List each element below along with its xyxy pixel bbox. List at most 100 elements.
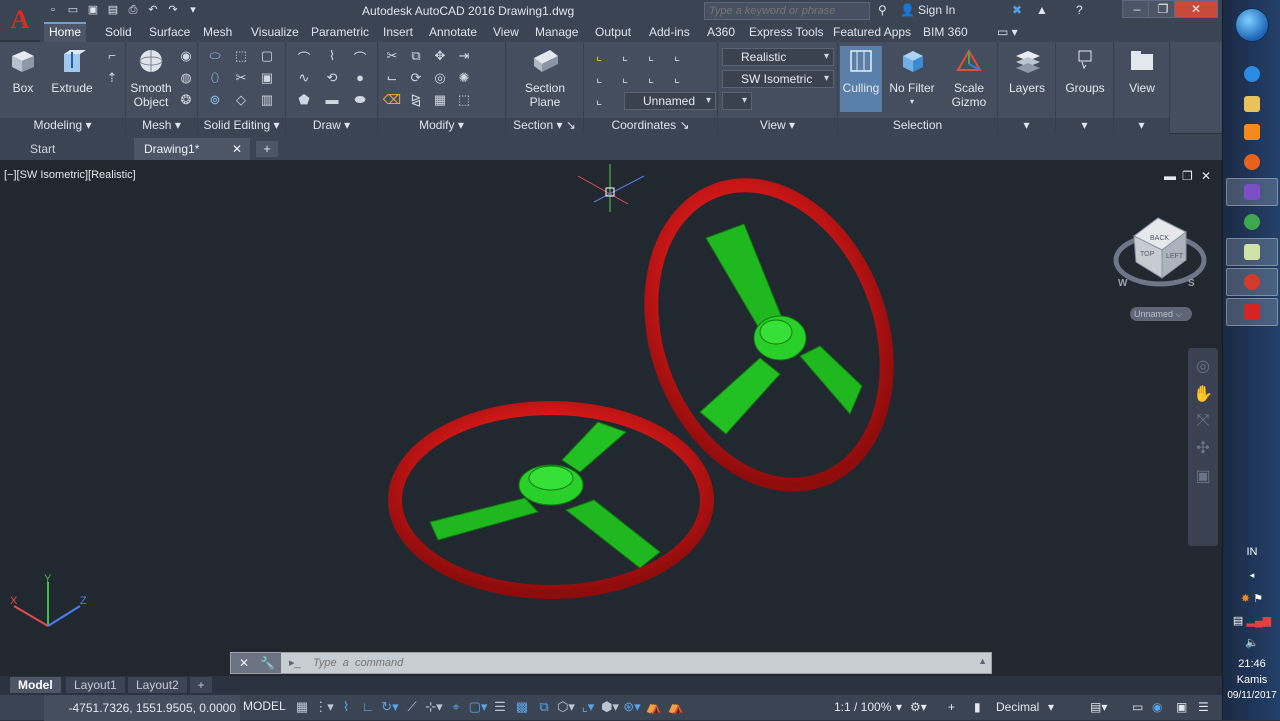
command-input[interactable] xyxy=(313,655,973,671)
lineweight-icon[interactable]: ☰ xyxy=(490,699,510,715)
helix-icon[interactable]: ⟲ xyxy=(318,70,346,92)
3d-object-snap-icon[interactable]: ⬡▾ xyxy=(556,699,576,715)
steering-wheel-right[interactable] xyxy=(611,160,927,518)
tab-bim-360[interactable]: BIM 360 xyxy=(918,24,973,40)
mesh-crease-icon[interactable]: ❂ xyxy=(174,92,198,114)
units-dropdown-icon[interactable]: ▾ xyxy=(1048,700,1054,714)
tray-expand-icon[interactable]: ◂ xyxy=(1223,570,1280,581)
panel-title-view-big[interactable]: ▾ xyxy=(1114,118,1169,134)
tab-manage[interactable]: Manage xyxy=(530,24,583,40)
avast-icon[interactable]: ✸ xyxy=(1241,593,1250,605)
hardware-accel-icon[interactable]: ▣ xyxy=(1176,700,1187,714)
model-space-button[interactable]: MODEL xyxy=(243,699,286,713)
coordinates-readout[interactable]: -4751.7326, 1551.9505, 0.0000 xyxy=(44,695,240,721)
no-filter-button[interactable]: No Filter ▾ xyxy=(888,48,936,109)
presspull-icon[interactable]: ⇡ xyxy=(100,70,124,92)
panel-title-modeling[interactable]: Modeling ▾ xyxy=(0,118,125,134)
extract-edges-icon[interactable]: ▥ xyxy=(254,92,280,114)
offset-icon[interactable]: ◎ xyxy=(428,70,452,92)
interfere-icon[interactable]: ✂ xyxy=(228,70,254,92)
groups-button[interactable]: Groups xyxy=(1060,48,1110,95)
wcs-menu[interactable]: Unnamed ⌵ xyxy=(1130,307,1192,321)
polygon-icon[interactable]: ⬟ xyxy=(290,92,318,114)
tab-visualize[interactable]: Visualize xyxy=(246,24,304,40)
exchange-icon[interactable]: ✖ xyxy=(1012,3,1022,17)
dynamic-ucs-icon[interactable]: ⌞▾ xyxy=(578,699,598,715)
tab-solid[interactable]: Solid xyxy=(100,24,137,40)
tab-start[interactable]: Start xyxy=(20,138,132,160)
tab-output[interactable]: Output xyxy=(590,24,636,40)
panel-title-section[interactable]: Section ▾ ↘ xyxy=(506,118,583,134)
ucs-3point-icon[interactable]: ⌞ xyxy=(664,70,690,92)
fillet-icon[interactable]: ⌙ xyxy=(380,70,404,92)
tab-surface[interactable]: Surface xyxy=(144,24,195,40)
tab-featured-apps[interactable]: Featured Apps xyxy=(828,24,916,40)
osnap-icon[interactable]: ⌖ xyxy=(446,699,466,715)
array-icon[interactable]: ▦ xyxy=(428,92,452,114)
taskbar-notepad[interactable] xyxy=(1226,238,1278,266)
new-tab-button[interactable]: + xyxy=(256,141,278,157)
annotation-monitor-icon[interactable]: + xyxy=(948,700,955,714)
panel-title-selection[interactable]: Selection xyxy=(838,118,997,134)
ucs-icon[interactable]: ⌞ xyxy=(586,48,612,70)
panel-title-coordinates[interactable]: Coordinates ↘ xyxy=(584,118,717,134)
workspace-gear-icon[interactable]: ⚙▾ xyxy=(910,700,927,714)
command-prompt-icon[interactable]: ▸_ xyxy=(289,653,309,673)
tab-layout1[interactable]: Layout1 xyxy=(66,677,125,693)
stretch-icon[interactable]: ⇥ xyxy=(452,48,476,70)
arc-icon[interactable]: ⌒ xyxy=(346,48,374,70)
rectangle-icon[interactable]: ▬ xyxy=(318,92,346,114)
polyline-icon[interactable]: ⌒ xyxy=(290,48,318,70)
showmotion-icon[interactable]: ▣ xyxy=(1188,466,1218,486)
panel-title-groups[interactable]: ▾ xyxy=(1056,118,1113,134)
named-ucs-combo[interactable]: Unnamed xyxy=(624,92,716,110)
panel-title-solid-editing[interactable]: Solid Editing ▾ xyxy=(198,118,285,134)
clipboard-icon[interactable]: ▤ xyxy=(1233,615,1243,627)
close-tab-icon[interactable]: ✕ xyxy=(232,138,242,160)
selection-cycling-icon[interactable]: ⧉ xyxy=(534,699,554,715)
application-menu-button[interactable]: A xyxy=(0,0,40,40)
mesh-refine-icon[interactable]: ◍ xyxy=(174,70,198,92)
mirror-icon[interactable]: ⧎ xyxy=(404,92,428,114)
tab-mesh[interactable]: Mesh xyxy=(198,24,237,40)
rotate-icon[interactable]: ⟳ xyxy=(404,70,428,92)
taskbar-media[interactable] xyxy=(1226,118,1278,146)
viewport-config-combo[interactable] xyxy=(722,92,752,110)
panel-title-view[interactable]: View ▾ xyxy=(718,118,837,134)
open-file-icon[interactable]: ▭ xyxy=(66,3,80,17)
taskbar-autocad[interactable] xyxy=(1226,298,1278,326)
visual-style-combo[interactable]: Realistic xyxy=(722,48,834,66)
intersect-icon[interactable]: ⊚ xyxy=(202,92,228,114)
ellipse-icon[interactable]: ⬬ xyxy=(346,92,374,114)
taskbar-ie[interactable] xyxy=(1226,60,1278,88)
mesh-smooth-icon[interactable]: ◉ xyxy=(174,48,198,70)
binoculars-icon[interactable]: ⚲ xyxy=(878,3,887,17)
panel-title-layers[interactable]: ▾ xyxy=(998,118,1055,134)
save-as-icon[interactable]: ▤ xyxy=(106,3,120,17)
tab-parametric[interactable]: Parametric xyxy=(306,24,374,40)
layers-button[interactable]: Layers xyxy=(1002,48,1052,95)
grid-icon[interactable]: ▦ xyxy=(292,699,312,715)
panel-title-draw[interactable]: Draw ▾ xyxy=(286,118,377,134)
save-icon[interactable]: ▣ xyxy=(86,3,100,17)
add-layout-button[interactable]: + xyxy=(190,677,212,693)
ucs-z-icon[interactable]: ⌞ xyxy=(612,70,638,92)
steering-wheel-nav-icon[interactable]: ◎ xyxy=(1188,356,1218,376)
ucs-x-icon[interactable]: ⌞ xyxy=(638,48,664,70)
customization-icon[interactable]: ☰ xyxy=(1198,700,1209,714)
gizmo-status-icon[interactable]: ⊛▾ xyxy=(622,699,642,715)
3d-osnap-icon[interactable]: ▢▾ xyxy=(468,699,488,715)
qat-dropdown-icon[interactable]: ▾ xyxy=(186,3,200,17)
volume-icon[interactable]: 🔈 xyxy=(1223,636,1280,649)
tab-add-ins[interactable]: Add-ins xyxy=(644,24,695,40)
view-button[interactable]: View xyxy=(1118,48,1166,95)
auto-scale-icon[interactable]: ⛺ xyxy=(666,699,686,715)
orbit-icon[interactable]: ✣ xyxy=(1188,438,1218,458)
annotation-visibility-icon[interactable]: ⛺ xyxy=(644,699,664,715)
taskbar-chrome[interactable] xyxy=(1226,208,1278,236)
undo-icon[interactable]: ↶ xyxy=(146,3,160,17)
infer-icon[interactable]: ⌇ xyxy=(336,699,356,715)
close-button[interactable]: ✕ xyxy=(1174,0,1218,18)
polysolid-icon[interactable]: ⌐ xyxy=(100,48,124,70)
panel-title-mesh[interactable]: Mesh ▾ xyxy=(126,118,197,134)
